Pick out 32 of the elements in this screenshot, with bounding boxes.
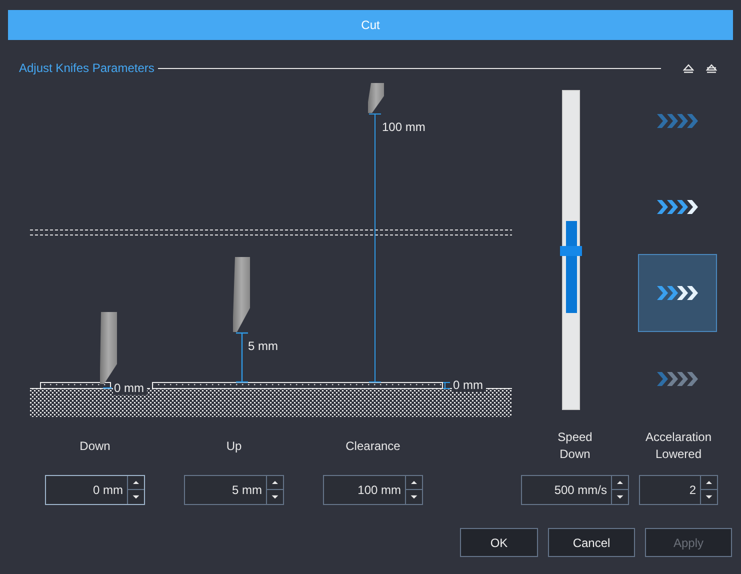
- chevrons-icon: [657, 286, 698, 300]
- field-label: Speed Down: [558, 429, 592, 463]
- measure-label: 0 mm: [114, 381, 144, 395]
- chevrons-icon: [657, 372, 698, 386]
- field-label: Up: [226, 438, 242, 454]
- measure-label: 5 mm: [248, 339, 278, 353]
- measure-label: 100 mm: [382, 120, 426, 134]
- field-label: Accelaration Lowered: [645, 429, 712, 463]
- slider-thumb[interactable]: [560, 246, 582, 256]
- window-title: Cut: [8, 10, 733, 40]
- dialog-button[interactable]: Cancel: [548, 528, 635, 557]
- dialog-button[interactable]: OK: [460, 528, 538, 557]
- knife-drawing: [100, 312, 117, 384]
- section-title: Adjust Knifes Parameters: [19, 61, 154, 75]
- measure-line: [103, 387, 112, 389]
- field-label: Clearance: [346, 438, 400, 454]
- field-label: Down: [80, 438, 110, 454]
- number-field[interactable]: 5 mm: [184, 475, 284, 505]
- measure-line: [235, 332, 249, 383]
- speed-slider[interactable]: [562, 90, 580, 410]
- collapse-all-icon[interactable]: [706, 64, 717, 72]
- chevrons-icon: [657, 200, 698, 214]
- collapse-icon[interactable]: [683, 64, 694, 72]
- number-field[interactable]: 0 mm: [45, 475, 145, 505]
- acceleration-option[interactable]: [638, 254, 717, 332]
- measure-label: 0 mm: [453, 378, 483, 392]
- measure-line: [442, 382, 450, 389]
- knife-drawing: [368, 83, 384, 113]
- number-field[interactable]: 2: [639, 475, 718, 505]
- chevrons-icon: [657, 114, 698, 128]
- number-field[interactable]: 500 mm/s: [521, 475, 629, 505]
- number-field[interactable]: 100 mm: [323, 475, 423, 505]
